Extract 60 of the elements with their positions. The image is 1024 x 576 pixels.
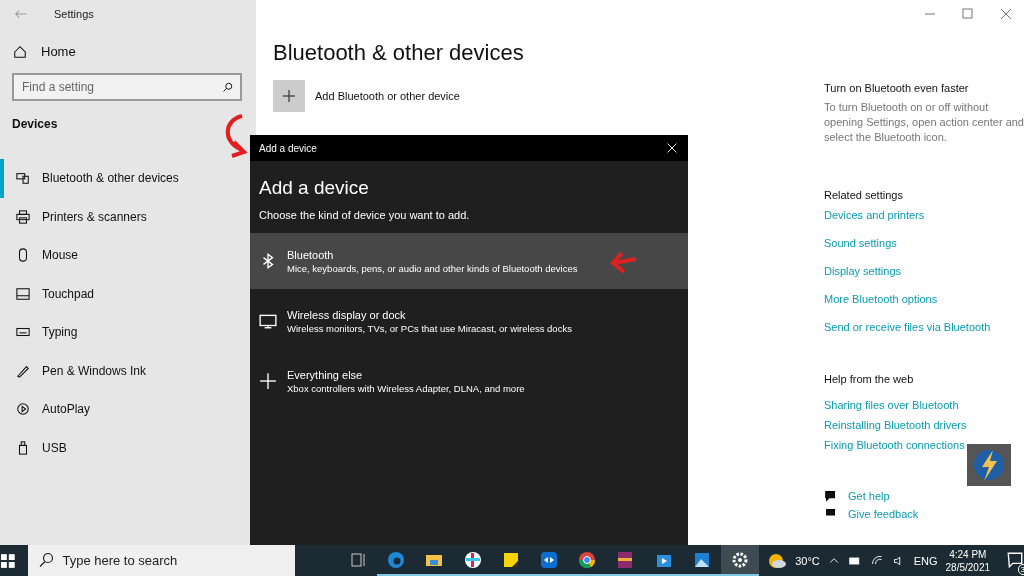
nav-item[interactable]: Printers & scanners: [0, 197, 256, 236]
notification-icon: [1006, 550, 1024, 569]
section-heading: Related settings: [824, 189, 904, 201]
taskbar-search-field[interactable]: Type here to search: [28, 545, 295, 576]
window-controls-icon[interactable]: [923, 8, 1013, 20]
usb-drive-icon: [16, 440, 30, 455]
temperature-text: 30°C: [795, 554, 820, 567]
add-device-button[interactable]: [273, 80, 305, 112]
search-field[interactable]: Find a setting: [12, 73, 242, 101]
footer-link[interactable]: Give feedback: [848, 508, 919, 520]
option-title: Everything else: [287, 368, 364, 381]
dialog-title: Add a device: [259, 142, 317, 154]
chrome-icon[interactable]: [577, 549, 598, 570]
option-title: Wireless display or dock: [287, 308, 407, 321]
device-type-option[interactable]: Bluetooth Mice, keyboards, pens, or audio and other kinds of Bluetooth devices: [250, 233, 688, 289]
weather-icon: [767, 551, 788, 570]
remote-app-icon[interactable]: [539, 549, 559, 570]
page-title: Bluetooth & other devices: [273, 40, 525, 66]
home-icon: [13, 44, 27, 59]
battery-icon[interactable]: [847, 554, 862, 567]
option-description: Mice, keyboards, pens, or audio and other kinds of Bluetooth devices: [287, 262, 578, 274]
monitor-icon: [259, 312, 277, 330]
search-icon: [38, 552, 55, 568]
touchpad-icon: [16, 286, 30, 301]
section-heading: Devices: [12, 117, 58, 131]
home-link[interactable]: Home: [0, 28, 256, 59]
tip-title: Turn on Bluetooth even faster: [824, 82, 970, 94]
browser-icon[interactable]: [386, 549, 407, 570]
option-title: Bluetooth: [287, 248, 335, 261]
add-device-label[interactable]: Add Bluetooth or other device: [315, 90, 460, 102]
pointer-arrow-icon: [610, 249, 638, 275]
chat-app-icon[interactable]: [462, 549, 483, 570]
windows-logo-icon[interactable]: [0, 552, 16, 569]
nav-item[interactable]: USB: [0, 428, 256, 467]
clock-time[interactable]: 4:24 PM: [945, 547, 991, 561]
dialog-subtitle: Choose the kind of device you want to add.: [258, 208, 471, 223]
pen-icon: [16, 363, 30, 378]
clock-date[interactable]: 28/5/2021: [945, 560, 991, 574]
printer-icon: [16, 209, 30, 224]
option-description: Xbox controllers with Wireless Adapter, DLNA, and more: [287, 382, 525, 394]
window-title: Settings: [54, 8, 94, 20]
notification-button[interactable]: 3: [1006, 550, 1024, 571]
tip-text: To turn Bluetooth on or off without opening Settings, open action center and select the Bluetooth icon.: [824, 100, 1024, 145]
notification-count: 3: [1017, 563, 1024, 575]
plus-icon: [281, 88, 297, 104]
close-icon[interactable]: [666, 142, 678, 154]
dialog-heading: Add a device: [258, 176, 370, 199]
play-circle-icon: [16, 402, 30, 417]
language-indicator[interactable]: ENG: [913, 554, 938, 567]
plus-icon: [259, 372, 277, 390]
wifi-icon[interactable]: [869, 554, 884, 567]
section-heading: Help from the web: [824, 373, 915, 385]
related-link[interactable]: Sound settings: [824, 237, 897, 249]
footer-link[interactable]: Get help: [848, 490, 890, 502]
lightning-app-icon[interactable]: [967, 444, 1011, 486]
mouse-icon: [16, 248, 30, 263]
search-icon: [222, 81, 234, 93]
option-description: Wireless monitors, TVs, or PCs that use Miracast, or wireless docks: [287, 322, 572, 334]
help-chat-icon: [824, 489, 838, 503]
taskbar-app[interactable]: [720, 545, 760, 576]
